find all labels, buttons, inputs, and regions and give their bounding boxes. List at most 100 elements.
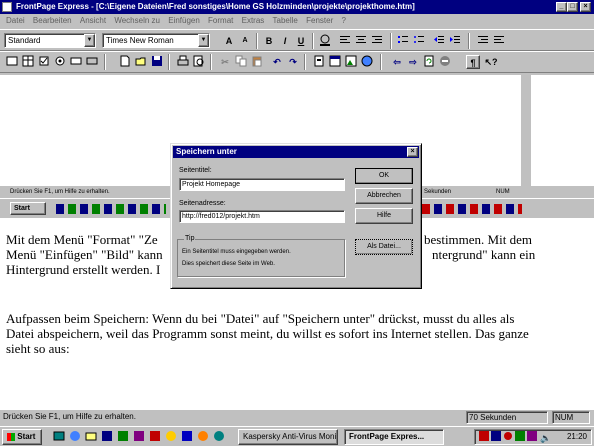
embedded-tray-icons [422,204,522,214]
menu-fenster[interactable]: Fenster [306,14,333,28]
status-num: NUM [552,411,590,424]
tip-line-1: Ein Seitentitel muss eingegeben werden. [182,249,291,255]
drop-down-icon[interactable] [69,55,83,69]
menu-tabelle[interactable]: Tabelle [273,14,298,28]
bold-button[interactable]: B [262,34,276,48]
toolbar-separator [168,54,170,70]
menu-datei[interactable]: Datei [6,14,25,28]
show-paragraph-marks-icon[interactable]: ¶ [466,55,480,69]
menu-bearbeiten[interactable]: Bearbeiten [33,14,72,28]
toolbar-separator [312,33,314,49]
quicklaunch-app-icon[interactable] [132,430,146,444]
quicklaunch-outlook-icon[interactable] [84,430,98,444]
bulleted-list-icon[interactable] [412,34,426,48]
redo-icon[interactable]: ↷ [286,55,300,69]
font-select-value: Times New Roman [106,36,174,45]
text-color-icon[interactable] [318,34,332,48]
align-left-icon[interactable] [338,34,352,48]
close-button[interactable]: × [580,2,591,12]
task-frontpage[interactable]: FrontPage Expres... [344,429,444,445]
increase-font-icon[interactable]: A [222,34,236,48]
table-icon[interactable] [21,55,35,69]
task-kaspersky[interactable]: Kaspersky Anti-Virus Moni... [238,429,338,445]
save-as-file-button[interactable]: Als Datei... [355,239,413,255]
numbered-list-icon[interactable] [396,34,410,48]
insert-table-icon[interactable] [328,55,342,69]
open-folder-icon[interactable] [134,55,148,69]
style-select[interactable]: Standard ▼ [4,33,96,48]
underline-button[interactable]: U [294,34,308,48]
dialog-title-bar: Speichern unter × [173,146,419,158]
start-button[interactable]: Start [2,429,42,445]
back-icon[interactable]: ⇦ [390,55,404,69]
cancel-button[interactable]: Abbrechen [355,188,413,204]
quicklaunch-app-icon[interactable] [148,430,162,444]
page-address-input[interactable]: http://fred012/projekt.htm [179,210,345,223]
indent-icon[interactable] [492,34,506,48]
menu-einfuegen[interactable]: Einfügen [168,14,200,28]
chevron-down-icon[interactable]: ▼ [198,34,209,47]
align-right-icon[interactable] [370,34,384,48]
tip-groupbox: Tip Ein Seitentitel muss eingegeben werd… [177,235,345,277]
undo-icon[interactable]: ↶ [270,55,284,69]
menu-extras[interactable]: Extras [242,14,265,28]
paste-icon[interactable] [250,55,264,69]
ok-button[interactable]: OK [355,168,413,184]
tray-icon[interactable] [525,431,539,444]
help-button[interactable]: Hilfe [355,208,413,224]
print-icon[interactable] [176,55,190,69]
checkbox-icon[interactable] [37,55,51,69]
new-document-icon[interactable] [118,55,132,69]
dialog-title: Speichern unter [176,147,237,156]
editor-scrollbar[interactable] [521,75,531,186]
align-center-icon[interactable] [354,34,368,48]
outdent-icon[interactable] [476,34,490,48]
frontpage-app-icon[interactable] [2,2,12,12]
quicklaunch-app-icon[interactable] [164,430,178,444]
help-pointer-icon[interactable]: ↖? [484,55,498,69]
maximize-button[interactable]: □ [567,2,578,12]
minimize-button[interactable]: _ [556,2,567,12]
embedded-num: NUM [496,189,510,195]
tray-speaker-icon[interactable]: 🔈 [539,431,553,444]
quicklaunch-app-icon[interactable] [116,430,130,444]
menu-format[interactable]: Format [208,14,233,28]
save-icon[interactable] [150,55,164,69]
form-field-icon[interactable] [5,55,19,69]
decrease-font-icon[interactable]: A [238,34,252,48]
doc-line: Aufpassen beim Speichern: Wenn du bei "D… [6,311,515,326]
copy-icon[interactable] [234,55,248,69]
menu-wechseln-zu[interactable]: Wechseln zu [114,14,160,28]
decrease-indent-icon[interactable] [432,34,446,48]
quicklaunch-ie-icon[interactable] [68,430,82,444]
radio-button-icon[interactable] [53,55,67,69]
embedded-status-text: Drücken Sie F1, um Hilfe zu erhalten. [10,189,110,195]
quicklaunch-app-icon[interactable] [212,430,226,444]
system-tray: 🔈 21:20 [474,429,592,445]
italic-button[interactable]: I [278,34,292,48]
preview-icon[interactable] [192,55,206,69]
dialog-close-button[interactable]: × [407,147,418,157]
menu-ansicht[interactable]: Ansicht [80,14,106,28]
forward-icon[interactable]: ⇨ [406,55,420,69]
quicklaunch-app-icon[interactable] [196,430,210,444]
page-title-label: Seitentitel: [179,167,212,174]
increase-indent-icon[interactable] [448,34,462,48]
embedded-quicklaunch-icons [56,204,166,214]
stop-icon[interactable] [438,55,452,69]
quicklaunch-desktop-icon[interactable] [52,430,66,444]
insert-image-icon[interactable] [344,55,358,69]
hyperlink-icon[interactable] [360,55,374,69]
doc-line: sieht so aus: [6,341,70,356]
chevron-down-icon[interactable]: ▼ [84,34,95,47]
cut-icon[interactable]: ✂ [218,55,232,69]
quicklaunch-app-icon[interactable] [100,430,114,444]
insert-webbot-icon[interactable] [312,55,326,69]
font-select[interactable]: Times New Roman ▼ [102,33,210,48]
menu-help[interactable]: ? [341,14,345,28]
push-button-icon[interactable] [85,55,99,69]
page-title-input[interactable]: Projekt Homepage [179,178,345,191]
quicklaunch-app-icon[interactable] [180,430,194,444]
refresh-icon[interactable] [422,55,436,69]
toolbar-separator [468,33,470,49]
